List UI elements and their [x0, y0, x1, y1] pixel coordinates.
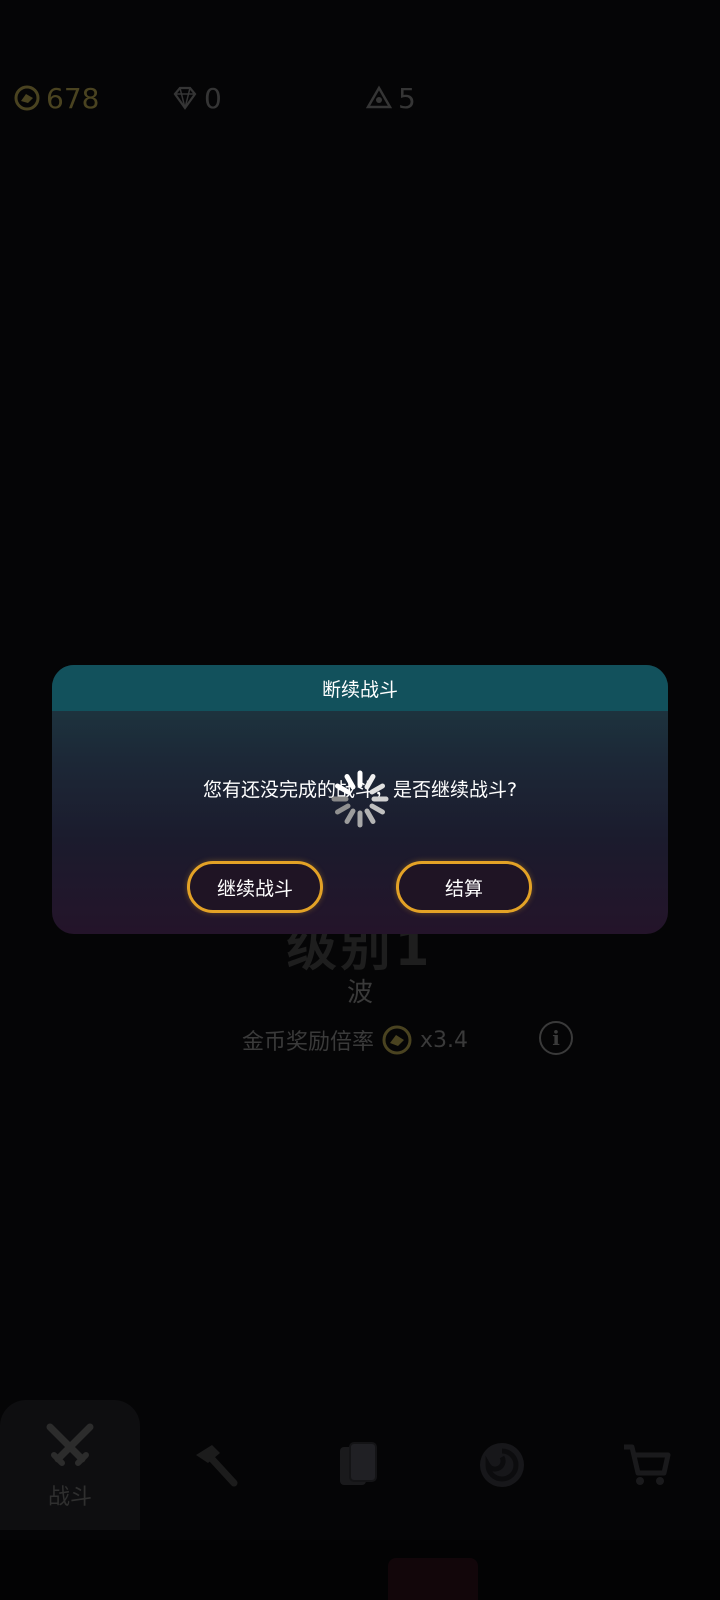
- reward-multiplier: x3.4: [420, 1027, 469, 1053]
- gem-counter: 0: [172, 78, 222, 118]
- cart-icon: [624, 1444, 671, 1485]
- gem-count: 0: [204, 81, 222, 115]
- triangle-eye-icon: [366, 85, 392, 109]
- nav-item-battle[interactable]: 战斗: [0, 1400, 140, 1530]
- coin-reward-row: 金币奖励倍率 x3.4: [242, 1020, 468, 1060]
- wave-label: 波: [346, 978, 373, 1008]
- crossed-swords-icon: [46, 1423, 94, 1466]
- nav-item-modules[interactable]: [432, 1400, 572, 1530]
- token-counter: 5: [366, 78, 416, 118]
- reward-label: 金币奖励倍率: [242, 1030, 375, 1055]
- loading-spinner-icon: [331, 770, 389, 828]
- continue-battle-button[interactable]: 继续战斗: [187, 861, 323, 913]
- coin-icon: [382, 1025, 412, 1055]
- nav-item-shop[interactable]: [576, 1400, 716, 1530]
- bottom-highlight: [388, 1558, 478, 1600]
- bottom-nav: 战斗: [0, 1400, 720, 1540]
- token-count: 5: [398, 81, 416, 115]
- coin-count: 678: [46, 81, 100, 115]
- coin-counter: 678: [14, 78, 99, 118]
- nav-item-upgrade[interactable]: [144, 1400, 284, 1530]
- nav-item-cards[interactable]: [288, 1400, 428, 1530]
- swirl-icon: [480, 1443, 524, 1487]
- currency-bar: 678 0 5: [12, 78, 708, 118]
- coin-icon: [14, 85, 40, 111]
- nav-label-battle: 战斗: [47, 1485, 92, 1510]
- settle-button[interactable]: 结算: [396, 861, 532, 913]
- cards-icon: [340, 1442, 377, 1485]
- diamond-icon: [173, 86, 197, 110]
- hammer-icon: [196, 1445, 238, 1487]
- dialog-title: 断续战斗: [52, 665, 668, 711]
- bottom-strip: [0, 1540, 720, 1600]
- info-icon[interactable]: i: [539, 1021, 573, 1055]
